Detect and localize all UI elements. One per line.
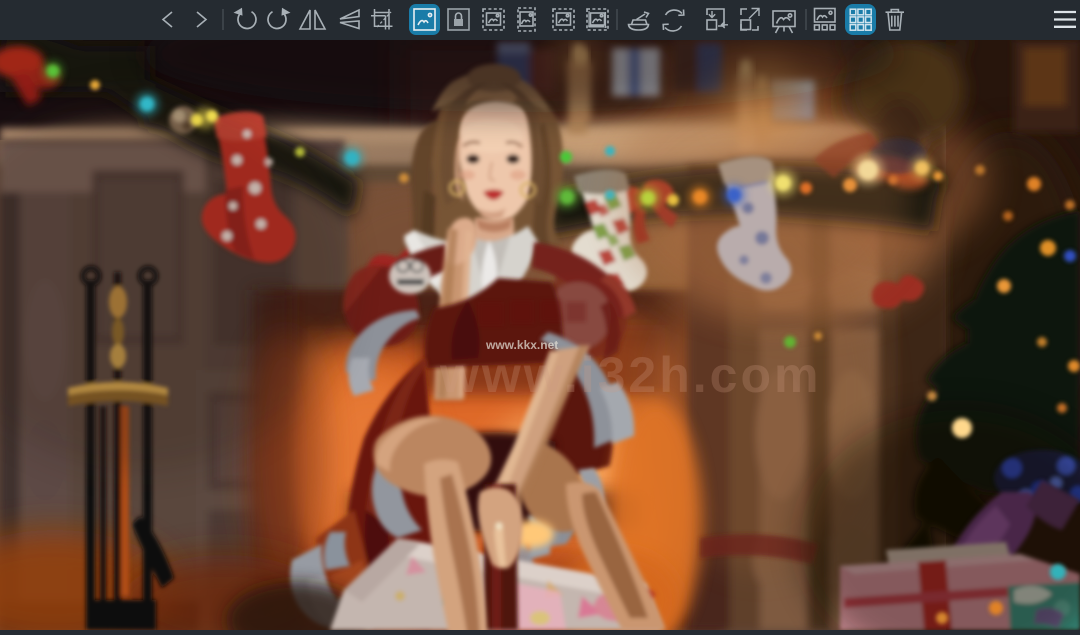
svg-text:www.i32h.com: www.i32h.com <box>439 347 821 403</box>
